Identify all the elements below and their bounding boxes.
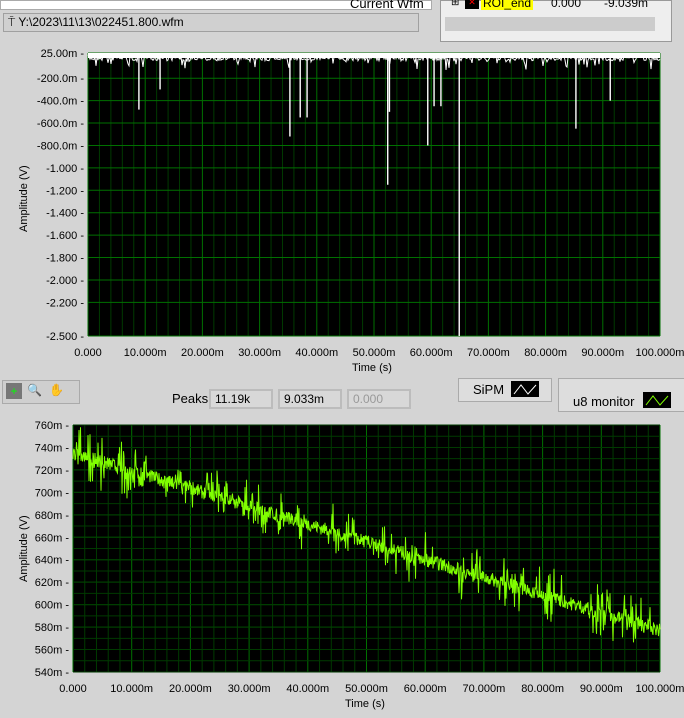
- sipm-x-axis-label: Time (s): [352, 362, 392, 374]
- y-tick-label: 580m -: [35, 622, 70, 634]
- path-icon: ⍑: [8, 15, 19, 29]
- roi-col1: 0.000: [551, 0, 582, 10]
- peaks-count: 11.19k: [209, 389, 273, 409]
- cursor-tool-icon[interactable]: +: [6, 383, 22, 399]
- y-tick-label: 620m -: [35, 577, 70, 589]
- y-tick-label: 25.00m -: [41, 48, 85, 60]
- roi-name: ROI_end: [481, 0, 534, 10]
- legend-u8-swatch: [643, 392, 671, 408]
- u8-y-axis-label: Amplitude (V): [18, 515, 30, 582]
- y-tick-label: -2.000 -: [46, 275, 84, 287]
- legend-u8[interactable]: u8 monitor: [558, 378, 684, 412]
- x-tick-label: 0.000: [59, 683, 87, 695]
- x-tick-label: 40.000m: [295, 347, 338, 359]
- expand-icon[interactable]: ⊞: [451, 0, 459, 8]
- pan-tool-icon[interactable]: ✋: [49, 383, 64, 397]
- y-tick-label: 760m -: [35, 420, 70, 432]
- graph-palette: + 🔍 ✋: [2, 380, 80, 404]
- current-wfm-label: Current Wfm: [350, 0, 424, 11]
- x-tick-label: 0.000: [74, 347, 102, 359]
- horizontal-scrollbar[interactable]: [445, 17, 655, 31]
- legend-u8-label: u8 monitor: [573, 394, 635, 409]
- sipm-trace-top: [88, 53, 660, 58]
- x-tick-label: 60.000m: [410, 347, 453, 359]
- y-tick-label: -2.500 -: [46, 331, 84, 343]
- legend-sipm-label: SiPM: [473, 382, 505, 397]
- x-tick-label: 90.000m: [581, 347, 624, 359]
- x-tick-label: 10.000m: [110, 683, 153, 695]
- x-tick-label: 50.000m: [353, 347, 396, 359]
- legend-sipm[interactable]: SiPM: [458, 378, 552, 402]
- y-tick-label: -1.200 -: [46, 185, 84, 197]
- peaks-label: Peaks: [172, 391, 209, 406]
- y-tick-label: -200.0m -: [37, 73, 84, 85]
- y-tick-label: -600.0m -: [37, 118, 84, 130]
- x-tick-label: 80.000m: [524, 347, 567, 359]
- peaks-value: 9.033m: [278, 389, 342, 409]
- x-tick-label: 20.000m: [169, 683, 212, 695]
- y-tick-label: 540m -: [35, 667, 70, 679]
- roi-table[interactable]: ⊞ ✕ ROI_end 0.000 -9.039m: [440, 0, 672, 42]
- x-tick-label: 30.000m: [228, 683, 271, 695]
- x-tick-label: 30.000m: [238, 347, 281, 359]
- y-tick-label: -1.800 -: [46, 253, 84, 265]
- x-tick-label: 100.000m: [636, 347, 684, 359]
- x-tick-label: 80.000m: [521, 683, 564, 695]
- y-tick-label: 740m -: [35, 442, 70, 454]
- x-tick-label: 100.000m: [636, 683, 684, 695]
- x-tick-label: 70.000m: [467, 347, 510, 359]
- x-tick-label: 20.000m: [181, 347, 224, 359]
- u8-graph[interactable]: 760m - 740m - 720m - 700m - 680m - 660m - 640m…: [0, 415, 684, 695]
- x-tick-label: 60.000m: [404, 683, 447, 695]
- zoom-tool-icon[interactable]: 🔍: [27, 383, 42, 397]
- y-tick-label: 660m -: [35, 532, 70, 544]
- roi-col2: -9.039m: [604, 0, 649, 10]
- y-tick-label: -2.200 -: [46, 297, 84, 309]
- y-tick-label: -1.000 -: [46, 163, 84, 175]
- x-tick-label: 70.000m: [462, 683, 505, 695]
- u8-x-axis-label: Time (s): [345, 698, 385, 710]
- y-tick-label: 680m -: [35, 510, 70, 522]
- y-tick-label: -1.400 -: [46, 208, 84, 220]
- x-tick-label: 90.000m: [580, 683, 623, 695]
- y-tick-label: 560m -: [35, 645, 70, 657]
- y-tick-label: 600m -: [35, 600, 70, 612]
- sipm-y-axis-label: Amplitude (V): [18, 165, 30, 232]
- sipm-graph[interactable]: 25.00m - -200.0m - -400.0m - -600.0m - -800.…: [0, 40, 684, 380]
- y-tick-label: 720m -: [35, 465, 70, 477]
- y-tick-label: 700m -: [35, 487, 70, 499]
- peaks-disabled: 0.000: [347, 389, 411, 409]
- y-tick-label: -1.600 -: [46, 230, 84, 242]
- y-tick-label: -400.0m -: [37, 96, 84, 108]
- roi-cursor-icon: ✕: [465, 0, 479, 9]
- y-tick-label: -800.0m -: [37, 140, 84, 152]
- x-tick-label: 40.000m: [286, 683, 329, 695]
- x-tick-label: 50.000m: [345, 683, 388, 695]
- y-tick-label: 640m -: [35, 555, 70, 567]
- x-tick-label: 10.000m: [124, 347, 167, 359]
- file-path-field[interactable]: ⍑ Y:\2023\11\13\022451.800.wfm: [3, 13, 419, 32]
- legend-sipm-swatch: [511, 381, 539, 397]
- file-path-value: Y:\2023\11\13\022451.800.wfm: [18, 15, 184, 29]
